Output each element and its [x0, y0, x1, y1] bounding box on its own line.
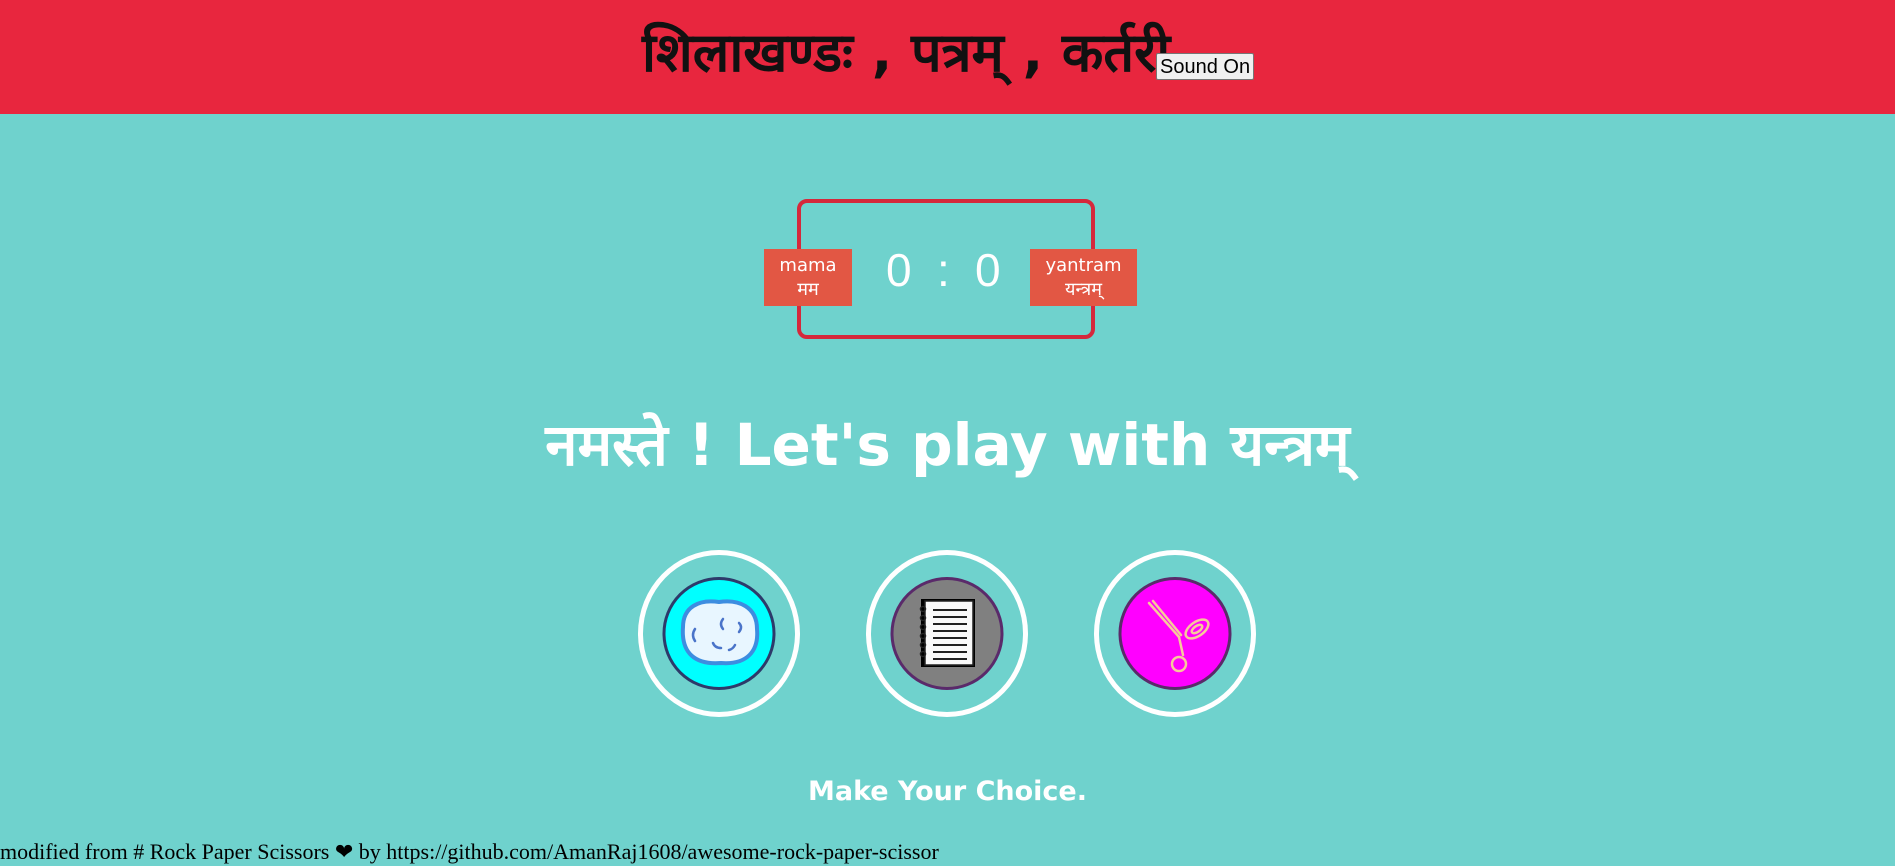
score-separator: : — [937, 244, 950, 296]
paper-icon — [890, 577, 1004, 690]
footer-text-after: by https://github.com/AmanRaj1608/awesom… — [358, 839, 939, 864]
computer-label: yantram — [1045, 254, 1122, 276]
sound-toggle-button[interactable]: Sound On — [1156, 53, 1255, 80]
footer-credit: modified from # Rock Paper Scissors ❤ by… — [0, 838, 939, 866]
computer-score: 0 — [975, 244, 1001, 296]
footer-text-before: modified from # Rock Paper Scissors — [0, 839, 330, 864]
rock-icon — [662, 577, 776, 690]
make-choice-prompt: Make Your Choice. — [807, 776, 1087, 807]
user-badge: mama मम — [764, 249, 852, 306]
rock-choice-button[interactable] — [638, 550, 800, 717]
scissors-icon — [1118, 577, 1232, 690]
result-message: नमस्ते ! Let's play with यन्त्रम् — [545, 411, 1350, 479]
paper-choice-button[interactable] — [866, 550, 1028, 717]
computer-badge: yantram यन्त्रम् — [1030, 249, 1137, 306]
page-title: शिलाखण्डः , पत्रम् , कर्तरी — [642, 21, 1171, 84]
user-score: 0 — [886, 244, 912, 296]
computer-label-devanagari: यन्त्रम् — [1065, 278, 1102, 300]
scissors-choice-button[interactable] — [1094, 550, 1256, 717]
user-label-devanagari: मम — [797, 278, 819, 300]
top-header: शिलाखण्डः , पत्रम् , कर्तरी Sound On — [0, 0, 1895, 114]
user-label: mama — [779, 254, 837, 276]
heart-icon: ❤ — [334, 839, 354, 864]
